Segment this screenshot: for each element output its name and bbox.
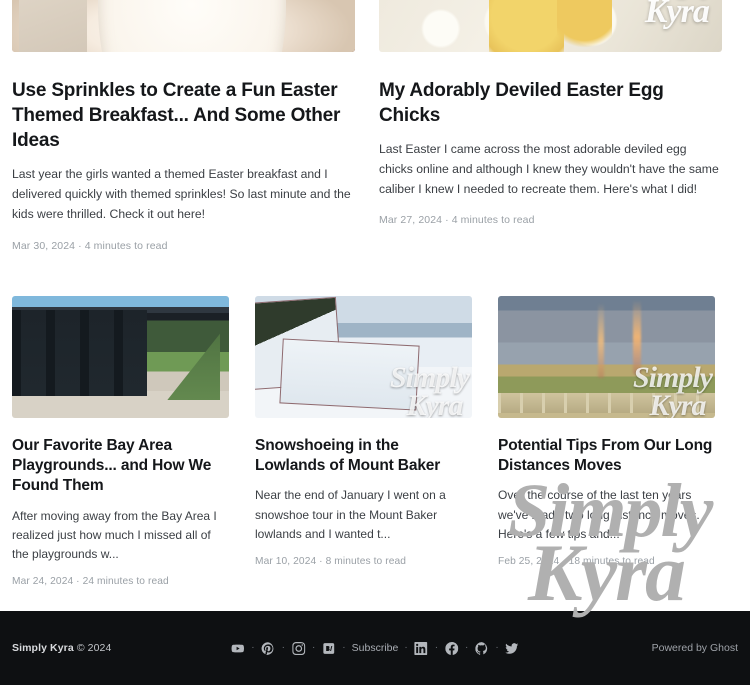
post-meta: Feb 25, 2024 · 18 minutes to read [498, 556, 655, 567]
post-title[interactable]: Snowshoeing in the Lowlands of Mount Bak… [255, 436, 472, 477]
post-title[interactable]: My Adorably Deviled Easter Egg Chicks [379, 78, 722, 128]
footer-social-links: · · · · Subscribe · · · · [229, 640, 520, 657]
powered-by-ghost[interactable]: Powered by Ghost [652, 642, 738, 654]
post-meta: Mar 30, 2024 · 4 minutes to read [12, 239, 168, 252]
footer-copyright-year: © 2024 [76, 642, 112, 654]
post-card-small[interactable]: Simply Kyra Snowshoeing in the Lowlands … [255, 295, 472, 588]
linkedin-icon[interactable] [413, 640, 430, 657]
facebook-icon[interactable] [443, 640, 460, 657]
separator-dot: · [404, 642, 408, 653]
post-meta: Mar 10, 2024 · 8 minutes to read [255, 556, 406, 567]
post-thumbnail[interactable]: Simply Kyra [255, 295, 472, 418]
github-icon[interactable] [473, 640, 490, 657]
separator-dot: · [342, 642, 346, 653]
post-meta: Mar 24, 2024 · 24 minutes to read [12, 576, 169, 588]
snowy-mountain-collage-image [255, 295, 472, 418]
youtube-icon[interactable] [229, 640, 246, 657]
post-thumbnail[interactable]: Simply Kyra [379, 0, 722, 52]
post-excerpt: Over the course of the last ten years we… [498, 488, 700, 541]
post-excerpt: After moving away from the Bay Area I re… [12, 508, 217, 562]
post-excerpt: Last Easter I came across the most adora… [379, 142, 719, 196]
rainbow-over-road-image [498, 295, 715, 418]
deviled-eggs-image [379, 0, 722, 52]
post-feed: Use Sprinkles to Create a Fun Easter The… [0, 0, 750, 587]
post-excerpt: Near the end of January I went on a snow… [255, 488, 446, 541]
separator-dot: · [281, 642, 285, 653]
post-card-small[interactable]: Simply Kyra Potential Tips From Our Long… [498, 295, 715, 588]
separator-dot: · [465, 642, 469, 653]
post-card-large[interactable]: Simply Kyra My Adorably Deviled Easter E… [379, 0, 722, 252]
post-thumbnail[interactable] [12, 295, 229, 418]
post-card-large[interactable]: Use Sprinkles to Create a Fun Easter The… [12, 0, 355, 252]
post-title[interactable]: Potential Tips From Our Long Distances M… [498, 436, 715, 477]
page-root: Use Sprinkles to Create a Fun Easter The… [0, 0, 750, 685]
twitter-icon[interactable] [504, 640, 521, 657]
separator-dot: · [434, 642, 439, 653]
bloglovin-icon[interactable] [320, 640, 337, 657]
pinterest-icon[interactable] [260, 640, 277, 657]
subscribe-link[interactable]: Subscribe [351, 642, 400, 654]
post-thumbnail[interactable]: Simply Kyra [498, 295, 715, 418]
road-guardrail [498, 393, 715, 413]
separator-dot: · [251, 642, 255, 653]
footer-inner: Simply Kyra © 2024 · · · · Subscribe · ·… [0, 611, 750, 685]
site-footer: Simply Kyra © 2024 · · · · Subscribe · ·… [0, 611, 750, 685]
breakfast-plate-image [12, 0, 355, 52]
feed-row-small: Our Favorite Bay Area Playgrounds... and… [12, 295, 738, 588]
separator-dot: · [311, 642, 316, 653]
post-thumbnail[interactable] [12, 0, 355, 52]
instagram-icon[interactable] [290, 640, 307, 657]
separator-dot: · [495, 642, 499, 653]
post-meta: Mar 27, 2024 · 4 minutes to read [379, 214, 535, 227]
post-card-small[interactable]: Our Favorite Bay Area Playgrounds... and… [12, 295, 229, 588]
footer-copyright: Simply Kyra © 2024 [12, 642, 111, 654]
feed-row-large: Use Sprinkles to Create a Fun Easter The… [12, 0, 738, 252]
footer-site-name: Simply Kyra [12, 642, 74, 654]
post-title[interactable]: Use Sprinkles to Create a Fun Easter The… [12, 78, 355, 153]
post-excerpt: Last year the girls wanted a themed East… [12, 167, 351, 221]
post-title[interactable]: Our Favorite Bay Area Playgrounds... and… [12, 436, 229, 497]
playground-structure-image [12, 295, 229, 418]
